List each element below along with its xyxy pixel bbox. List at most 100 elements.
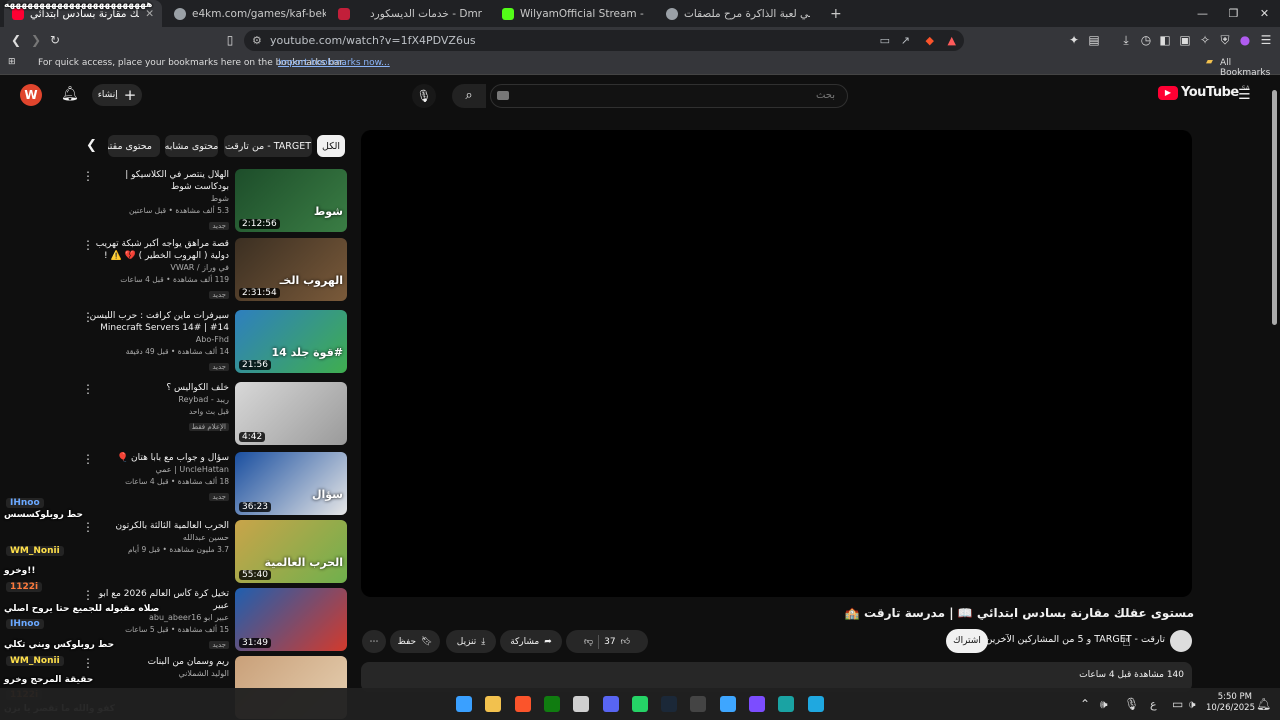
channel-name[interactable]: تارقت - TARGET و 5 من المشاركين الآخرين [985, 634, 1165, 645]
display-icon[interactable]: ▭ [1172, 697, 1183, 711]
video-player[interactable] [361, 130, 1192, 597]
edge-icon[interactable] [807, 696, 824, 712]
recommendation-item[interactable]: ⋮ خلف الكواليس ؟ ريبد - Reybad قبل بث واحد ا… [82, 382, 347, 446]
clock[interactable]: 5:50 PM 10/26/2025 [1206, 692, 1255, 714]
thumbnail[interactable]: الحرب العالمية 55:40 [235, 520, 347, 583]
brave-icon[interactable] [514, 696, 531, 712]
tab-discord-services[interactable]: خدمات الديسكورد - Dmr [330, 0, 490, 27]
site-info-icon[interactable]: ⚙ [252, 34, 262, 47]
app-purple-icon[interactable] [749, 696, 765, 712]
address-bar[interactable]: ⚙ youtube.com/watch?v=1fX4PDVZ6us ▭ ↗ ◆ … [244, 30, 964, 51]
thumbnail[interactable]: 31:49 [235, 588, 347, 651]
volume-icon[interactable]: 🕩︎ [1188, 697, 1196, 712]
page-scrollbar[interactable] [1272, 90, 1277, 325]
cast-icon[interactable]: ▭ [880, 34, 890, 47]
brave-rewards-icon[interactable]: ▲ [948, 34, 956, 47]
menu-icon[interactable]: ☰ [1258, 32, 1274, 48]
share-icon[interactable]: ↗ [901, 34, 910, 47]
download-button[interactable]: تنزيل ⤓ [446, 630, 496, 653]
tab-e4km[interactable]: e4km.com/games/kaf-bekaf [166, 0, 326, 27]
steam-icon[interactable] [661, 696, 678, 712]
chip-from-target[interactable]: من تارقت - TARGET [224, 135, 312, 157]
chip-suggested[interactable]: محتوى مقترح [108, 135, 160, 157]
notifications-bell-icon[interactable]: 🔔︎ [61, 86, 79, 102]
download-icon[interactable]: ⤓ [1118, 32, 1134, 48]
chip-all[interactable]: الكل [317, 135, 345, 157]
rec-views: 3.7 مليون مشاهدة • قبل 9 أيام [127, 545, 229, 554]
mic-icon[interactable]: 🎙︎ [1124, 697, 1139, 711]
recommendation-item[interactable]: ⋮ تخيل كرة كأس العالم 2026 مع ابو عبير عبي… [82, 588, 347, 652]
chatgpt-icon[interactable] [573, 696, 590, 712]
tray-overflow-icon[interactable]: ⌃ [1080, 697, 1090, 711]
speaker-icon[interactable]: 🕪︎ [1100, 697, 1108, 712]
apps-grid-icon[interactable]: ⊞ [8, 57, 16, 67]
profile-icon[interactable]: ● [1237, 32, 1253, 48]
import-bookmarks-link[interactable]: Import bookmarks now... [278, 58, 390, 68]
save-button[interactable]: حفظ 🔖︎ [390, 630, 440, 653]
rec-views: قبل بث واحد [188, 407, 229, 416]
recommendation-item[interactable]: ⋮ قصة مراهق يواجه أكبر شبكة تهريب دولية (… [82, 238, 347, 302]
tab-presentation[interactable]: عرض تقديمي لعبة الذاكرة مرح ملصقات [658, 0, 818, 27]
thumbnail[interactable]: سؤال 36:23 [235, 452, 347, 515]
chips-scroll-left-icon[interactable]: ❮ [86, 138, 97, 153]
recommendation-item[interactable]: ⋮ الهلال ينتصر في الكلاسيكو | بودكاست شوط… [82, 169, 347, 233]
history-icon[interactable]: ◷ [1138, 32, 1154, 48]
language-indicator[interactable]: ع [1150, 698, 1157, 711]
search-icon[interactable]: ⌕ [452, 84, 486, 108]
app-teal-icon[interactable] [778, 696, 795, 712]
notifications-icon[interactable]: 🔔︎ [1256, 697, 1271, 711]
share-button[interactable]: مشاركة ➦ [500, 630, 562, 653]
search-input[interactable]: بحث [490, 84, 848, 108]
keyboard-icon[interactable] [497, 91, 509, 100]
recommendation-item[interactable]: ⋮ الحرب العالمية الثالثة بالكرتون حسين عبد… [82, 520, 347, 584]
thumbnail[interactable]: 4:42 [235, 382, 347, 445]
xbox-icon[interactable] [543, 696, 560, 712]
minimize-icon[interactable]: — [1187, 0, 1218, 27]
app-blue-icon[interactable] [719, 696, 736, 712]
kick-favicon-icon [502, 7, 514, 20]
whatsapp-icon[interactable] [631, 696, 648, 712]
discord-icon[interactable] [602, 696, 619, 712]
channel-avatar[interactable] [1170, 630, 1192, 652]
bookmark-icon[interactable]: ▯ [222, 32, 238, 48]
chip-label: محتوى مشابه [164, 140, 219, 152]
guide-menu-icon[interactable]: ☰ [1238, 87, 1251, 103]
account-avatar[interactable]: W [20, 84, 42, 106]
download-icon: ⤓ [481, 636, 486, 647]
wallet-icon[interactable]: ▣ [1177, 32, 1193, 48]
chip-similar[interactable]: محتوى مشابه [165, 135, 218, 157]
recommendation-item[interactable]: ⋮ سؤال و جواب مع بابا هتان 🎈 UncleHattan |… [82, 452, 347, 516]
forward-icon[interactable]: ❯ [28, 32, 44, 48]
tab-kick-stream[interactable]: WilyamOfficial Stream - Watch Live o [494, 0, 654, 27]
recommendation-item[interactable]: ⋮ سيرفرات ماين كرافت : حرب الليسن 14# | M… [82, 310, 347, 374]
new-badge: جديد [209, 291, 229, 299]
reload-icon[interactable]: ↻ [47, 32, 63, 48]
all-bookmarks-button[interactable]: All Bookmarks [1220, 58, 1280, 78]
sidebar-icon[interactable]: ◧ [1157, 32, 1173, 48]
subscribe-button[interactable]: اشتراك [946, 629, 988, 653]
windows-start-icon[interactable] [456, 696, 472, 712]
voice-search-icon[interactable]: 🎙︎ [412, 84, 436, 108]
obs-icon[interactable] [690, 696, 707, 712]
thumbnail[interactable]: الهروب الخـ 2:31:54 [235, 238, 347, 301]
extensions-icon[interactable]: ✦ [1066, 32, 1082, 48]
create-button[interactable]: إنشاء + [92, 84, 142, 106]
youtube-logo[interactable]: ▶ YouTube SA [1158, 85, 1250, 100]
bookmarks-bar: ⊞ For quick access, place your bookmarks… [0, 53, 1280, 78]
maximize-icon[interactable]: ❐ [1218, 0, 1249, 27]
message-text: صلاه مقبوله للجميع حتا يروح اصلي [4, 604, 160, 614]
file-explorer-icon[interactable] [485, 696, 502, 712]
leo-icon[interactable]: ✧ [1197, 32, 1213, 48]
like-icon[interactable]: 👍︎ [621, 637, 630, 647]
back-icon[interactable]: ❮ [8, 32, 24, 48]
new-tab-button[interactable]: + [822, 0, 846, 27]
reading-list-icon[interactable]: ▤ [1086, 32, 1102, 48]
plus-icon: + [830, 5, 842, 22]
vpn-icon[interactable]: ⛨ [1217, 32, 1233, 48]
brave-shields-icon[interactable]: ◆ [926, 34, 934, 47]
thumbnail[interactable]: شوط 2:12:56 [235, 169, 347, 232]
more-actions-button[interactable]: ⋯ [362, 630, 386, 653]
close-window-icon[interactable]: ✕ [1249, 0, 1280, 27]
thumbnail[interactable]: قوة جلد 14# 21:56 [235, 310, 347, 373]
dislike-icon[interactable]: 👎︎ [584, 637, 593, 647]
